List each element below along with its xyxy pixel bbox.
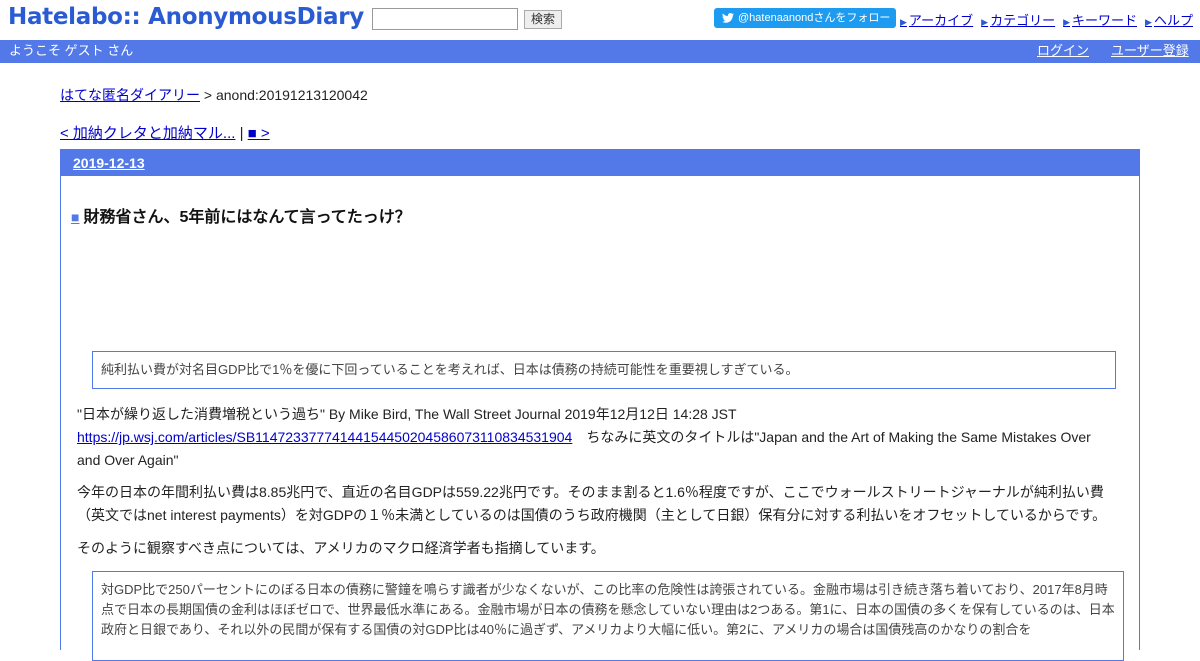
twitter-bird-icon (722, 13, 734, 23)
nav-category-label: カテゴリー (990, 13, 1056, 28)
nav-keyword-label: キーワード (1072, 13, 1138, 28)
top-nav: ▶ アーカイブ ▶ カテゴリー ▶ キーワード ▶ ヘルプ (900, 10, 1200, 29)
nav-help-label: ヘルプ (1153, 13, 1193, 28)
breadcrumb-home-link[interactable]: はてな匿名ダイアリー (60, 87, 200, 103)
nav-category[interactable]: ▶ カテゴリー (981, 13, 1055, 28)
pager: < 加納クレタと加納マル... | ■ > (60, 122, 270, 143)
search-button[interactable]: 検索 (524, 10, 562, 29)
register-link[interactable]: ユーザー登録 (1111, 40, 1189, 62)
day-date-link[interactable]: 2019-12-13 (73, 155, 145, 171)
entry-title-text: 財務省さん、5年前にはなんて言ってたっけ？ (83, 209, 411, 226)
site-logo[interactable]: Hatelabo:: AnonymousDiary (8, 4, 364, 30)
nav-help[interactable]: ▶ ヘルプ (1145, 13, 1193, 28)
day-header: 2019-12-13 (61, 150, 1139, 176)
welcome-text: ようこそ ゲスト さん (9, 43, 134, 58)
next-entry-link[interactable]: ■ > (248, 125, 270, 142)
entry-paragraph: "日本が繰り返した消費増税という過ち" By Mike Bird, The Wa… (77, 403, 1117, 472)
user-bar: ようこそ ゲスト さん ログイン ユーザー登録 (0, 40, 1200, 63)
arrow-icon: ▶ (1145, 17, 1152, 27)
arrow-icon: ▶ (900, 17, 907, 27)
prev-entry-link[interactable]: < 加納クレタと加納マル... (60, 125, 235, 142)
follow-label: @hatenaanondさんをフォロー (738, 12, 891, 24)
search-input[interactable] (372, 8, 518, 30)
day-section: 2019-12-13 ■ 財務省さん、5年前にはなんて言ってたっけ？ 純利払い費が… (60, 149, 1140, 661)
login-link[interactable]: ログイン (1037, 40, 1089, 62)
source-link[interactable]: https://jp.wsj.com/articles/SB1147233777… (77, 429, 572, 445)
nav-keyword[interactable]: ▶ キーワード (1063, 13, 1137, 28)
twitter-follow-button[interactable]: @hatenaanondさんをフォロー (714, 8, 896, 28)
breadcrumb: はてな匿名ダイアリー > anond:20191213120042 (60, 85, 368, 105)
top-header: Hatelabo:: AnonymousDiary 検索 @hatenaanon… (0, 0, 1200, 40)
breadcrumb-current: anond:20191213120042 (215, 87, 368, 103)
entry-paragraph: そのように観察すべき点については、アメリカのマクロ経済学者も指摘しています。 (77, 540, 605, 556)
entry-permalink[interactable]: ■ (71, 209, 79, 225)
nav-archive-label: アーカイブ (908, 13, 974, 28)
entry-title: ■ 財務省さん、5年前にはなんて言ってたっけ？ (71, 203, 411, 227)
entry-paragraph: 今年の日本の年間利払い費は8.85兆円で、直近の名目GDPは559.22兆円です… (77, 484, 1107, 523)
blockquote: 純利払い費が対名目GDP比で1％を優に下回っていることを考えれば、日本は債務の持… (92, 351, 1116, 389)
blockquote: 対GDP比で250パーセントにのぼる日本の債務に警鐘を鳴らす識者が少なくないが、… (92, 571, 1124, 661)
breadcrumb-separator: > (200, 87, 216, 103)
source-citation: "日本が繰り返した消費増税という過ち" By Mike Bird, The Wa… (77, 406, 737, 422)
pager-separator: | (235, 125, 248, 142)
nav-archive[interactable]: ▶ アーカイブ (900, 13, 973, 28)
arrow-icon: ▶ (1063, 17, 1071, 27)
arrow-icon: ▶ (981, 17, 989, 27)
